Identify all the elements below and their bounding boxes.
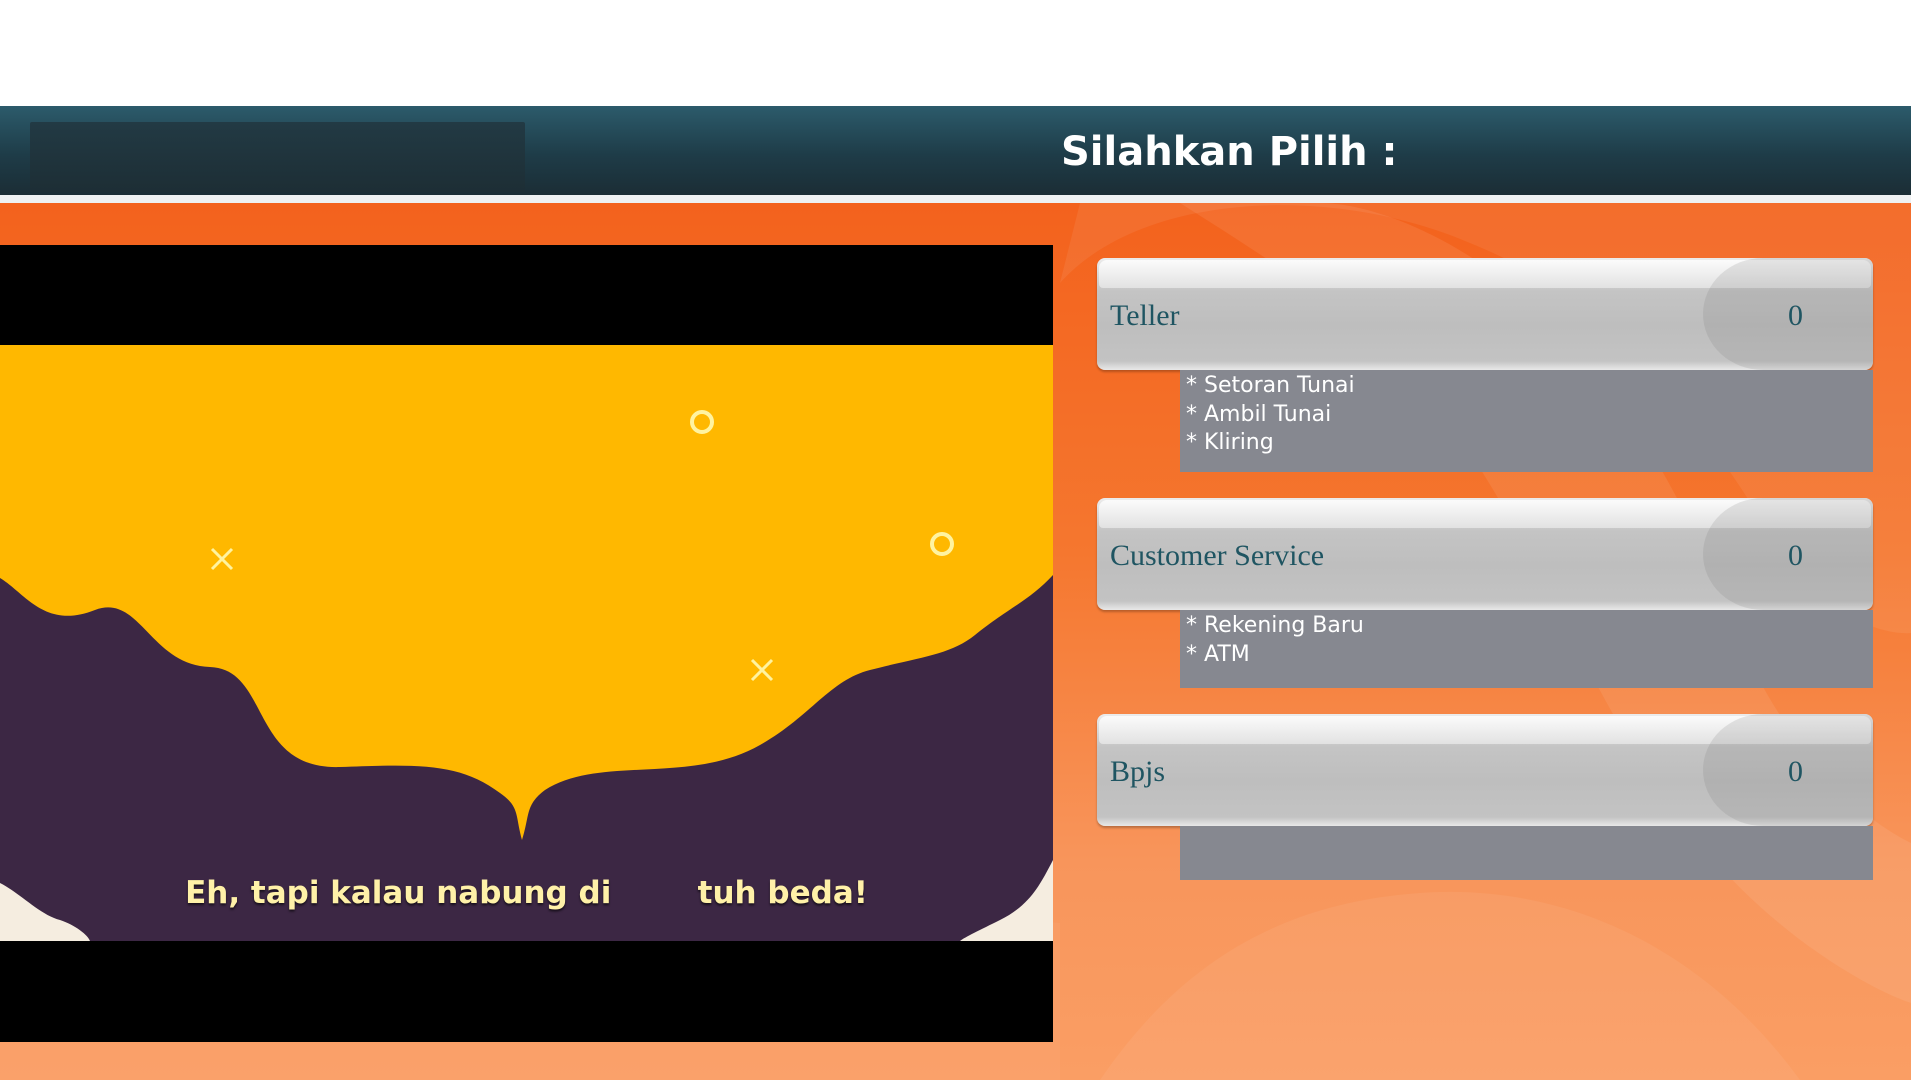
service-name: Teller: [1110, 299, 1180, 332]
queue-count: 0: [1788, 539, 1803, 572]
top-blank-area: [0, 0, 1911, 106]
header-divider: [0, 195, 1911, 203]
service-name: Bpjs: [1110, 755, 1166, 788]
video-subtitle: Eh, tapi kalau nabung di tuh beda!: [185, 875, 868, 911]
video-scene-illustration: [0, 345, 1053, 941]
main-area: Eh, tapi kalau nabung di tuh beda! Telle…: [0, 203, 1911, 1080]
description-item: * ATM: [1186, 641, 1250, 667]
description-item: * Rekening Baru: [1186, 613, 1364, 638]
service-description: * Setoran Tunai * Ambil Tunai * Kliring: [1180, 370, 1873, 472]
bpjs-button[interactable]: Bpjs 0: [1097, 714, 1873, 826]
description-item: * Kliring: [1186, 430, 1274, 455]
service-group-bpjs: Bpjs 0: [1097, 714, 1873, 880]
customer-service-button[interactable]: Customer Service 0: [1097, 498, 1873, 610]
queue-count: 0: [1788, 755, 1803, 788]
header-bar: Silahkan Pilih :: [0, 106, 1911, 195]
description-item: * Ambil Tunai: [1186, 401, 1332, 427]
logo-area: [30, 122, 525, 192]
service-description: [1180, 826, 1873, 880]
service-group-teller: Teller 0 * Setoran Tunai * Ambil Tunai *…: [1097, 258, 1873, 472]
video-frame: Eh, tapi kalau nabung di tuh beda!: [0, 345, 1053, 941]
queue-count: 0: [1788, 299, 1803, 332]
description-item: * Setoran Tunai: [1186, 373, 1355, 398]
page-title: Silahkan Pilih :: [1061, 129, 1398, 175]
video-player[interactable]: Eh, tapi kalau nabung di tuh beda!: [0, 245, 1053, 1042]
service-group-customer-service: Customer Service 0 * Rekening Baru * ATM: [1097, 498, 1873, 688]
service-name: Customer Service: [1110, 539, 1325, 572]
teller-button[interactable]: Teller 0: [1097, 258, 1873, 370]
service-description: * Rekening Baru * ATM: [1180, 610, 1873, 688]
